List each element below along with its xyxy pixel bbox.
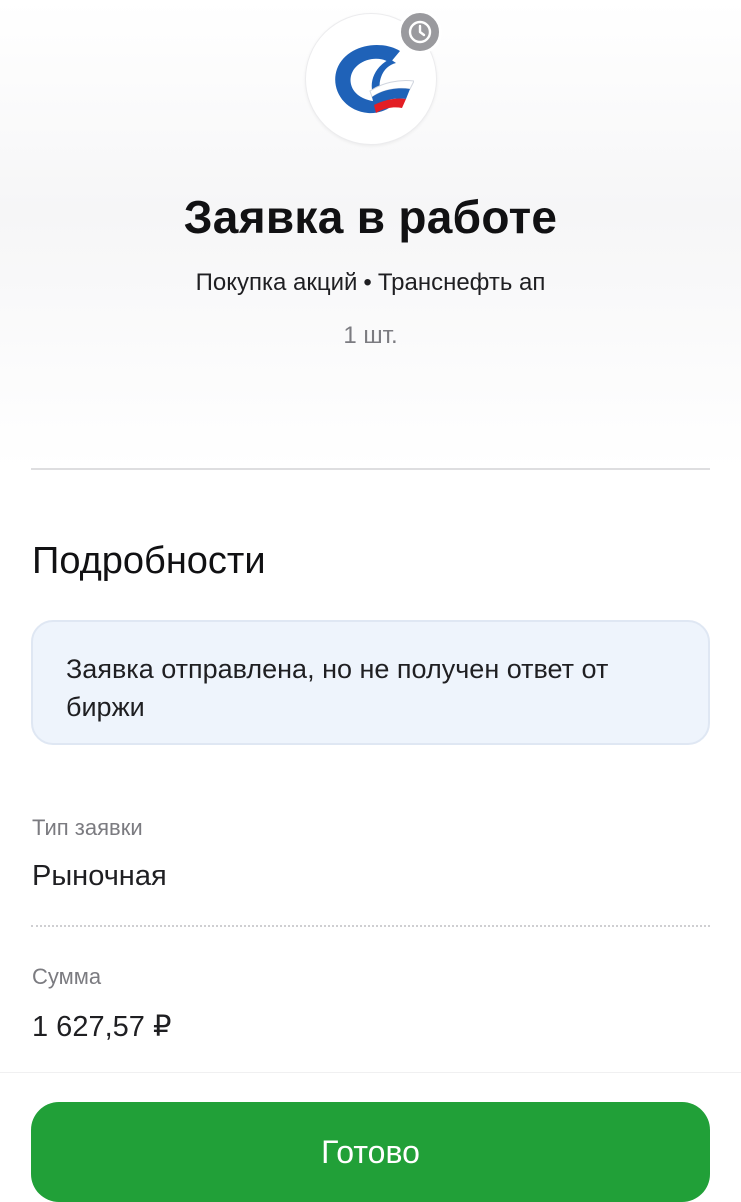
clock-icon <box>398 10 442 54</box>
page-title: Заявка в работе <box>183 191 558 243</box>
operation-type: Покупка акций <box>195 269 358 296</box>
order-type-label: Тип заявки <box>32 815 143 840</box>
order-type-value: Рыночная <box>32 860 167 892</box>
section-divider <box>31 468 710 470</box>
order-quantity: 1 шт. <box>343 322 398 349</box>
status-notice: Заявка отправлена, но не получен ответ о… <box>31 620 710 745</box>
separator-dot: • <box>363 269 372 296</box>
instrument-logo <box>305 10 442 145</box>
footer-separator <box>0 1072 741 1073</box>
order-subtitle: Покупка акций • Транснефть ап <box>0 269 741 297</box>
instrument-name: Транснефть ап <box>377 269 546 296</box>
amount-value: 1 627,57 ₽ <box>32 1011 172 1043</box>
field-divider <box>31 925 710 927</box>
amount-label: Сумма <box>32 964 102 989</box>
done-button[interactable]: Готово <box>31 1102 710 1202</box>
details-heading: Подробности <box>32 540 266 582</box>
